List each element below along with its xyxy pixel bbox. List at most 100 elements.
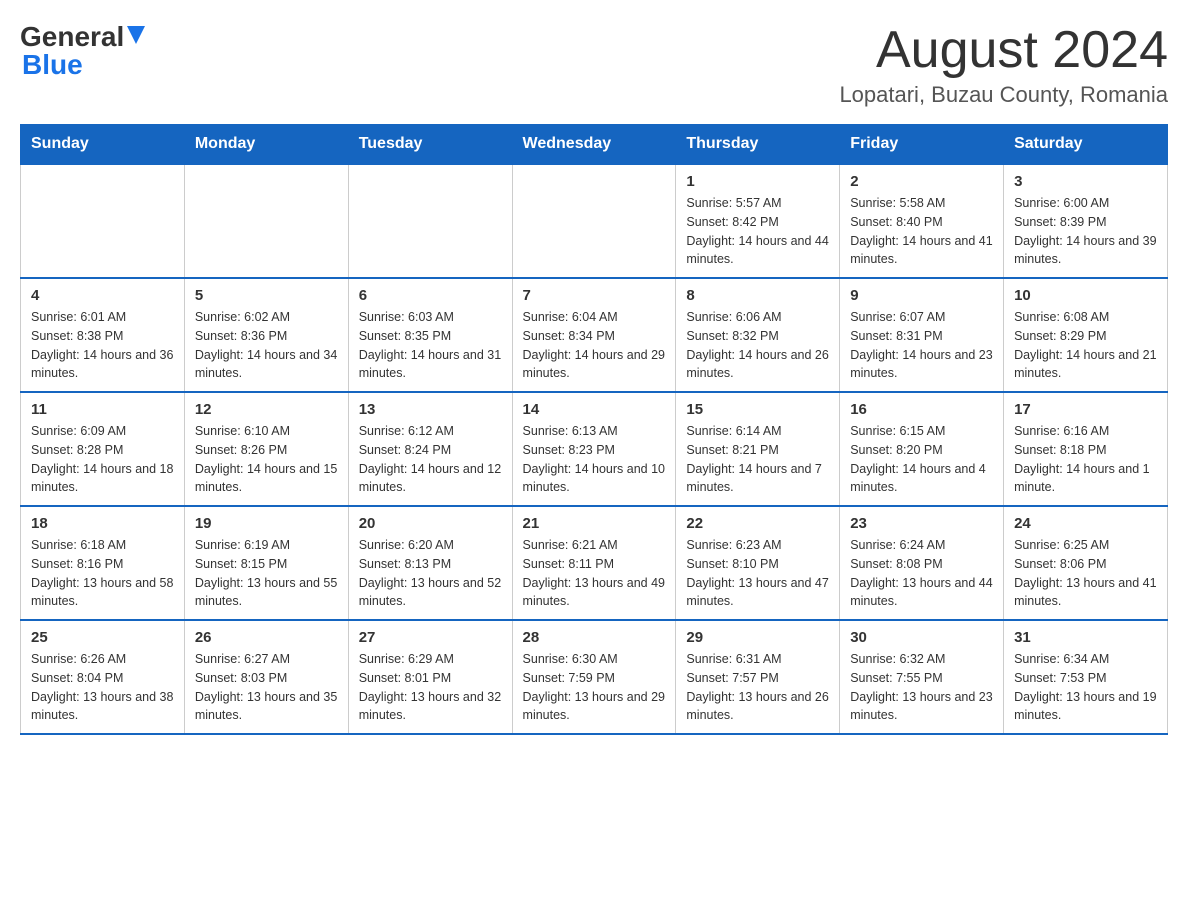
- day-number: 30: [850, 629, 993, 646]
- table-row: [184, 164, 348, 278]
- day-number: 4: [31, 287, 174, 304]
- table-row: 20Sunrise: 6:20 AMSunset: 8:13 PMDayligh…: [348, 506, 512, 620]
- day-number: 14: [523, 401, 666, 418]
- table-row: 16 Sunrise: 6:15 AMSunset: 8:20 PMDayligh…: [840, 392, 1004, 506]
- day-info: Sunrise: 6:32 AMSunset: 7:55 PMDaylight:…: [850, 650, 993, 725]
- day-info: Sunrise: 6:21 AMSunset: 8:11 PMDaylight:…: [523, 536, 666, 611]
- table-row: 1 Sunrise: 5:57 AMSunset: 8:42 PMDaylight…: [676, 164, 840, 278]
- table-row: 12 Sunrise: 6:10 AMSunset: 8:26 PMDayligh…: [184, 392, 348, 506]
- day-number: 10: [1014, 287, 1157, 304]
- table-row: 25Sunrise: 6:26 AMSunset: 8:04 PMDayligh…: [21, 620, 185, 734]
- table-row: 4 Sunrise: 6:01 AMSunset: 8:38 PMDaylight…: [21, 278, 185, 392]
- day-number: 9: [850, 287, 993, 304]
- day-number: 24: [1014, 515, 1157, 532]
- day-number: 21: [523, 515, 666, 532]
- table-row: 19 Sunrise: 6:19 AMSunset: 8:15 PMDayligh…: [184, 506, 348, 620]
- day-number: 31: [1014, 629, 1157, 646]
- table-row: 21 Sunrise: 6:21 AMSunset: 8:11 PMDayligh…: [512, 506, 676, 620]
- col-friday: Friday: [840, 125, 1004, 165]
- table-row: 26Sunrise: 6:27 AMSunset: 8:03 PMDayligh…: [184, 620, 348, 734]
- day-info: Sunrise: 6:19 AMSunset: 8:15 PMDaylight:…: [195, 536, 338, 611]
- day-number: 25: [31, 629, 174, 646]
- day-info: Sunrise: 6:14 AMSunset: 8:21 PMDaylight:…: [686, 422, 829, 497]
- table-row: 11Sunrise: 6:09 AMSunset: 8:28 PMDayligh…: [21, 392, 185, 506]
- day-info: Sunrise: 6:02 AMSunset: 8:36 PMDaylight:…: [195, 308, 338, 383]
- day-number: 2: [850, 173, 993, 190]
- calendar-week-row: 4 Sunrise: 6:01 AMSunset: 8:38 PMDaylight…: [21, 278, 1168, 392]
- table-row: 31 Sunrise: 6:34 AMSunset: 7:53 PMDayligh…: [1004, 620, 1168, 734]
- day-info: Sunrise: 6:23 AMSunset: 8:10 PMDaylight:…: [686, 536, 829, 611]
- table-row: 3Sunrise: 6:00 AMSunset: 8:39 PMDaylight…: [1004, 164, 1168, 278]
- day-info: Sunrise: 6:18 AMSunset: 8:16 PMDaylight:…: [31, 536, 174, 611]
- day-number: 27: [359, 629, 502, 646]
- day-number: 16: [850, 401, 993, 418]
- day-info: Sunrise: 5:57 AMSunset: 8:42 PMDaylight:…: [686, 194, 829, 269]
- day-number: 28: [523, 629, 666, 646]
- table-row: 15 Sunrise: 6:14 AMSunset: 8:21 PMDayligh…: [676, 392, 840, 506]
- col-wednesday: Wednesday: [512, 125, 676, 165]
- day-info: Sunrise: 6:01 AMSunset: 8:38 PMDaylight:…: [31, 308, 174, 383]
- logo-general-text: General: [20, 21, 124, 53]
- day-number: 29: [686, 629, 829, 646]
- day-number: 5: [195, 287, 338, 304]
- day-info: Sunrise: 6:16 AMSunset: 8:18 PMDaylight:…: [1014, 422, 1157, 497]
- col-monday: Monday: [184, 125, 348, 165]
- table-row: 8Sunrise: 6:06 AMSunset: 8:32 PMDaylight…: [676, 278, 840, 392]
- table-row: 30 Sunrise: 6:32 AMSunset: 7:55 PMDayligh…: [840, 620, 1004, 734]
- day-info: Sunrise: 6:07 AMSunset: 8:31 PMDaylight:…: [850, 308, 993, 383]
- page-header: General Blue August 2024 Lopatari, Buzau…: [20, 20, 1168, 108]
- table-row: 22 Sunrise: 6:23 AMSunset: 8:10 PMDayligh…: [676, 506, 840, 620]
- table-row: 17Sunrise: 6:16 AMSunset: 8:18 PMDayligh…: [1004, 392, 1168, 506]
- day-number: 7: [523, 287, 666, 304]
- col-thursday: Thursday: [676, 125, 840, 165]
- day-number: 6: [359, 287, 502, 304]
- day-number: 19: [195, 515, 338, 532]
- day-info: Sunrise: 6:09 AMSunset: 8:28 PMDaylight:…: [31, 422, 174, 497]
- table-row: 29 Sunrise: 6:31 AMSunset: 7:57 PMDayligh…: [676, 620, 840, 734]
- calendar-week-row: 1 Sunrise: 5:57 AMSunset: 8:42 PMDaylight…: [21, 164, 1168, 278]
- day-info: Sunrise: 6:04 AMSunset: 8:34 PMDaylight:…: [523, 308, 666, 383]
- logo: General Blue: [20, 20, 145, 81]
- table-row: 13Sunrise: 6:12 AMSunset: 8:24 PMDayligh…: [348, 392, 512, 506]
- day-info: Sunrise: 6:27 AMSunset: 8:03 PMDaylight:…: [195, 650, 338, 725]
- day-number: 12: [195, 401, 338, 418]
- day-info: Sunrise: 6:13 AMSunset: 8:23 PMDaylight:…: [523, 422, 666, 497]
- day-info: Sunrise: 6:20 AMSunset: 8:13 PMDaylight:…: [359, 536, 502, 611]
- calendar-week-row: 25Sunrise: 6:26 AMSunset: 8:04 PMDayligh…: [21, 620, 1168, 734]
- table-row: 7 Sunrise: 6:04 AMSunset: 8:34 PMDaylight…: [512, 278, 676, 392]
- day-info: Sunrise: 6:03 AMSunset: 8:35 PMDaylight:…: [359, 308, 502, 383]
- day-info: Sunrise: 6:25 AMSunset: 8:06 PMDaylight:…: [1014, 536, 1157, 611]
- day-info: Sunrise: 6:10 AMSunset: 8:26 PMDaylight:…: [195, 422, 338, 497]
- table-row: 14 Sunrise: 6:13 AMSunset: 8:23 PMDayligh…: [512, 392, 676, 506]
- day-info: Sunrise: 6:15 AMSunset: 8:20 PMDaylight:…: [850, 422, 993, 497]
- day-info: Sunrise: 6:30 AMSunset: 7:59 PMDaylight:…: [523, 650, 666, 725]
- day-info: Sunrise: 6:12 AMSunset: 8:24 PMDaylight:…: [359, 422, 502, 497]
- table-row: 27 Sunrise: 6:29 AMSunset: 8:01 PMDayligh…: [348, 620, 512, 734]
- day-info: Sunrise: 6:06 AMSunset: 8:32 PMDaylight:…: [686, 308, 829, 383]
- table-row: 2 Sunrise: 5:58 AMSunset: 8:40 PMDaylight…: [840, 164, 1004, 278]
- location-text: Lopatari, Buzau County, Romania: [839, 82, 1168, 108]
- calendar-table: Sunday Monday Tuesday Wednesday Thursday…: [20, 124, 1168, 735]
- title-area: August 2024 Lopatari, Buzau County, Roma…: [839, 20, 1168, 108]
- day-info: Sunrise: 6:34 AMSunset: 7:53 PMDaylight:…: [1014, 650, 1157, 725]
- calendar-week-row: 11Sunrise: 6:09 AMSunset: 8:28 PMDayligh…: [21, 392, 1168, 506]
- month-year-title: August 2024: [839, 20, 1168, 80]
- table-row: 28 Sunrise: 6:30 AMSunset: 7:59 PMDayligh…: [512, 620, 676, 734]
- day-info: Sunrise: 6:29 AMSunset: 8:01 PMDaylight:…: [359, 650, 502, 725]
- day-info: Sunrise: 6:24 AMSunset: 8:08 PMDaylight:…: [850, 536, 993, 611]
- logo-blue-text: Blue: [22, 49, 83, 81]
- col-sunday: Sunday: [21, 125, 185, 165]
- table-row: 18 Sunrise: 6:18 AMSunset: 8:16 PMDayligh…: [21, 506, 185, 620]
- day-info: Sunrise: 6:08 AMSunset: 8:29 PMDaylight:…: [1014, 308, 1157, 383]
- table-row: [348, 164, 512, 278]
- day-info: Sunrise: 6:31 AMSunset: 7:57 PMDaylight:…: [686, 650, 829, 725]
- day-info: Sunrise: 5:58 AMSunset: 8:40 PMDaylight:…: [850, 194, 993, 269]
- table-row: 23Sunrise: 6:24 AMSunset: 8:08 PMDayligh…: [840, 506, 1004, 620]
- logo-arrow-icon: [127, 26, 145, 53]
- day-number: 15: [686, 401, 829, 418]
- day-number: 18: [31, 515, 174, 532]
- col-saturday: Saturday: [1004, 125, 1168, 165]
- day-info: Sunrise: 6:00 AMSunset: 8:39 PMDaylight:…: [1014, 194, 1157, 269]
- day-number: 1: [686, 173, 829, 190]
- day-number: 22: [686, 515, 829, 532]
